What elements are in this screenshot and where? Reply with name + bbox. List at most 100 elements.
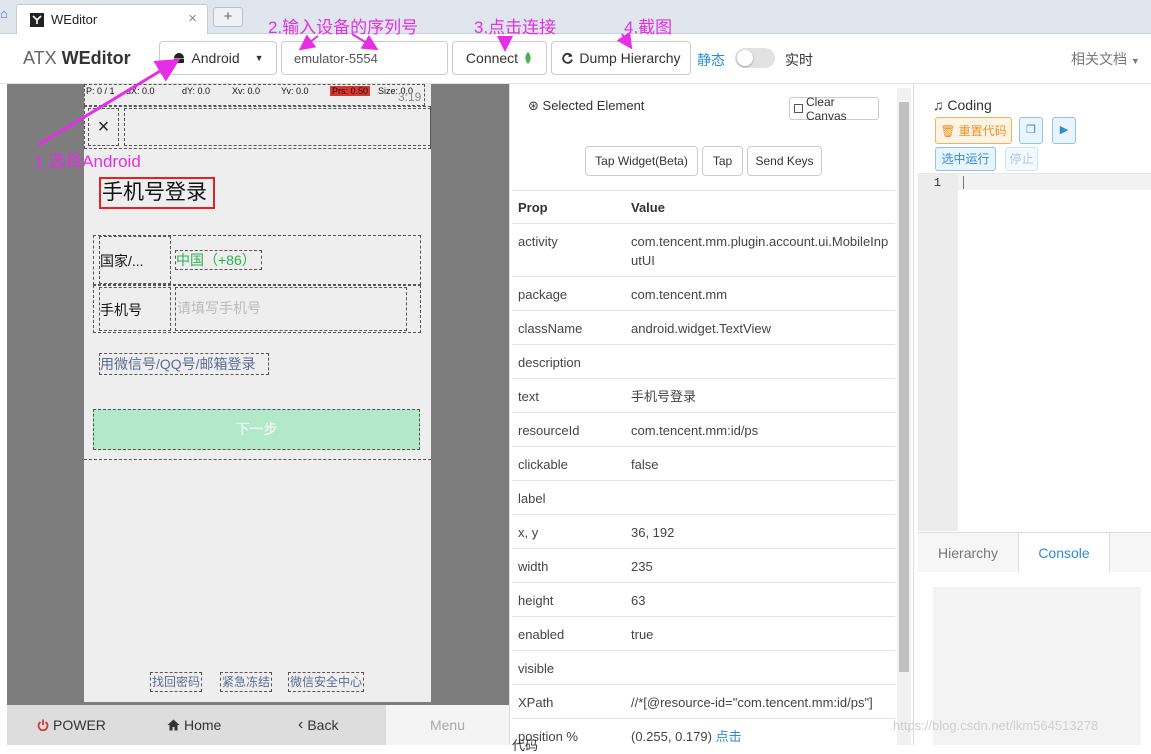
weditor-favicon-icon xyxy=(30,13,44,27)
live-mode-toggle[interactable] xyxy=(735,48,775,68)
table-row: label xyxy=(512,480,895,515)
annotation-step3: 3.点击连接 xyxy=(474,18,557,37)
docs-menu[interactable]: 相关文档 ▼ xyxy=(1071,49,1140,69)
touch-status-overlay: P: 0 / 1 dX: 0.0 dY: 0.0 Xv: 0.0 Yv: 0.0… xyxy=(84,84,425,106)
browser-tab[interactable]: WEditor × xyxy=(16,4,208,34)
home-button[interactable]: Home xyxy=(167,705,221,745)
line-number: 1 xyxy=(933,176,941,190)
home-icon[interactable]: ⌂ xyxy=(0,6,14,26)
tab-console[interactable]: Console xyxy=(1019,533,1110,573)
tab-close-icon[interactable]: × xyxy=(188,10,197,27)
position-click-link[interactable]: 点击 xyxy=(716,729,742,744)
properties-table: Prop Value activity com.tencent.mm.plugin… xyxy=(512,190,895,752)
status-yv: Yv: 0.0 xyxy=(281,86,309,96)
close-icon[interactable]: × xyxy=(88,108,119,146)
table-row: activity com.tencent.mm.plugin.account.ui… xyxy=(512,223,895,277)
table-row: package com.tencent.mm xyxy=(512,276,895,311)
device-serial-input[interactable] xyxy=(281,41,448,75)
table-header-row: Prop Value xyxy=(512,190,895,224)
table-row: height 63 xyxy=(512,582,895,617)
prop-value xyxy=(625,344,895,379)
status-dx: dX: 0.0 xyxy=(126,86,155,96)
chevron-down-icon: ▼ xyxy=(1130,56,1140,66)
copy-icon[interactable]: ❐ xyxy=(1019,117,1043,144)
back-button[interactable]: ‹ Back xyxy=(298,705,338,745)
text-cursor xyxy=(963,176,964,189)
send-keys-button[interactable]: Send Keys xyxy=(747,146,822,176)
tap-widget-button[interactable]: Tap Widget(Beta) xyxy=(585,146,698,176)
prop-key: activity xyxy=(512,223,625,277)
chevron-left-icon: ‹ xyxy=(298,716,304,733)
footer-link-recover[interactable]: 找回密码 xyxy=(150,672,203,692)
prop-key: package xyxy=(512,276,625,311)
prop-value: 手机号登录 xyxy=(625,378,895,413)
browser-tab-strip: ⌂ WEditor × + xyxy=(0,0,1151,34)
prop-value: 36, 192 xyxy=(625,514,895,549)
play-icon[interactable]: ▶ xyxy=(1052,117,1076,144)
watermark: https://blog.csdn.net/lkm564513278 xyxy=(893,718,1099,733)
tab-hierarchy[interactable]: Hierarchy xyxy=(918,533,1019,573)
reset-code-button[interactable]: 🗑 重置代码 xyxy=(935,117,1012,144)
menu-button[interactable]: Menu xyxy=(386,705,509,745)
next-step-button[interactable]: 下一步 xyxy=(93,409,420,450)
prop-value: 63 xyxy=(625,582,895,617)
bottom-tabs: Hierarchy Console xyxy=(918,532,1151,573)
selected-element-header: ⊛ Selected Element xyxy=(528,98,645,113)
clear-canvas-button[interactable]: Clear Canvas xyxy=(789,95,879,123)
table-row: clickable false xyxy=(512,446,895,481)
action-bar-title-area xyxy=(124,108,431,146)
prop-key: x, y xyxy=(512,514,625,549)
scrollbar-thumb[interactable] xyxy=(899,102,909,672)
refresh-icon xyxy=(562,52,574,64)
dump-hierarchy-button[interactable]: Dump Hierarchy xyxy=(551,41,691,75)
footer-link-security[interactable]: 微信安全中心 xyxy=(288,672,365,692)
prop-key: description xyxy=(512,344,625,379)
tap-button[interactable]: Tap xyxy=(702,146,743,176)
platform-select-button[interactable]: Android ▼ xyxy=(159,41,277,75)
power-icon xyxy=(37,719,49,731)
status-xv: Xv: 0.0 xyxy=(232,86,261,96)
country-value[interactable]: 中国（+86） xyxy=(175,250,262,270)
trash-icon: 🗑 xyxy=(940,123,956,138)
status-dy: dY: 0.0 xyxy=(182,86,211,96)
active-line xyxy=(958,174,1151,190)
prop-value: android.widget.TextView xyxy=(625,310,895,345)
table-row: className android.widget.TextView xyxy=(512,310,895,345)
divider xyxy=(84,459,431,460)
prop-key: resourceId xyxy=(512,412,625,447)
prop-value: com.tencent.mm:id/ps xyxy=(625,412,895,447)
properties-scrollbar[interactable] xyxy=(897,88,911,745)
music-note-icon: ♫ xyxy=(933,97,944,113)
leaf-icon xyxy=(525,52,531,64)
app-brand: ATX WEditor xyxy=(23,48,131,68)
prop-key: text xyxy=(512,378,625,413)
home-icon xyxy=(167,719,180,731)
coding-title: ♫ Coding xyxy=(933,97,992,113)
prop-key: visible xyxy=(512,650,625,685)
android-icon xyxy=(174,53,185,63)
table-row: resourceId com.tencent.mm:id/ps xyxy=(512,412,895,447)
table-row: text 手机号登录 xyxy=(512,378,895,413)
table-row: description xyxy=(512,344,895,379)
code-editor[interactable]: 1 xyxy=(918,173,1151,531)
table-row: position % (0.255, 0.179) 点击 xyxy=(512,718,895,752)
prop-value xyxy=(625,480,895,515)
editor-gutter: 1 xyxy=(918,174,958,531)
prop-value: false xyxy=(625,446,895,481)
country-label: 国家/... xyxy=(100,253,144,269)
prop-value: com.tencent.mm.plugin.account.ui.MobileI… xyxy=(625,223,895,277)
app-toolbar: ATX WEditor Android ▼ Connect Dump Hiera… xyxy=(0,34,1151,84)
dump-label: Dump Hierarchy xyxy=(579,50,681,66)
footer-link-freeze[interactable]: 紧急冻结 xyxy=(220,672,273,692)
new-tab-button[interactable]: + xyxy=(213,7,243,27)
stop-button[interactable]: 停止 xyxy=(1005,147,1038,171)
prop-value: 235 xyxy=(625,548,895,583)
annotation-step1: 1.选择Android xyxy=(34,152,141,171)
power-button[interactable]: POWER xyxy=(37,705,106,745)
col-prop-header: Prop xyxy=(512,190,625,224)
login-title: 手机号登录 xyxy=(99,177,215,209)
run-selected-button[interactable]: 选中运行 xyxy=(935,147,996,171)
connect-button[interactable]: Connect xyxy=(452,41,547,75)
chevron-down-icon: ▼ xyxy=(254,53,264,63)
alt-login-link[interactable]: 用微信号/QQ号/邮箱登录 xyxy=(99,353,269,375)
